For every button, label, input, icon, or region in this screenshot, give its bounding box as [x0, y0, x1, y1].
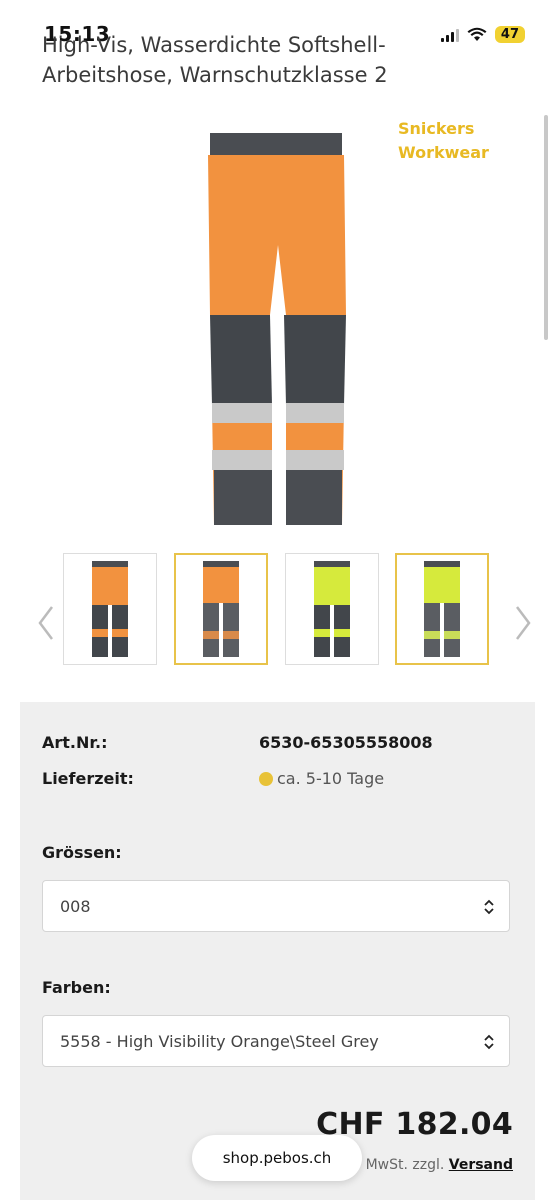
art-number-value: 6530-65305558008: [259, 733, 433, 752]
size-select-value: 008: [60, 897, 91, 916]
color-select-value: 5558 - High Visibility Orange\Steel Grey: [60, 1032, 379, 1051]
product-main-image[interactable]: [200, 125, 360, 535]
product-title: High-Vis, Wasserdichte Softshell-Arbeits…: [42, 33, 388, 87]
carousel-next-arrow-icon[interactable]: [513, 603, 533, 643]
brand-line-1: Snickers: [398, 119, 475, 138]
art-number-label: Art.Nr.:: [42, 733, 108, 752]
thumbnail-1[interactable]: [63, 553, 157, 665]
thumbnail-pants-orange-grey: [203, 561, 239, 657]
carousel-prev-arrow-icon[interactable]: [36, 603, 56, 643]
browser-url-bar[interactable]: shop.pebos.ch: [192, 1135, 362, 1181]
delivery-value: ca. 5-10 Tage: [259, 769, 384, 788]
thumbnail-3[interactable]: [285, 553, 379, 665]
size-label: Grössen:: [42, 843, 122, 862]
vat-text: MwSt. zzgl.: [365, 1157, 445, 1173]
battery-icon: 47: [494, 26, 525, 43]
thumbnail-4[interactable]: [395, 553, 489, 665]
thumbnail-carousel: [0, 545, 555, 675]
delivery-text: ca. 5-10 Tage: [277, 769, 385, 788]
availability-dot-icon: [259, 772, 273, 786]
brand-line-2: Workwear: [398, 143, 489, 162]
brand-logo: Snickers Workwear: [398, 117, 518, 165]
page-scrollbar[interactable]: [544, 115, 548, 340]
product-info-panel: Art.Nr.: 6530-65305558008 Lieferzeit: ca…: [20, 702, 535, 1200]
delivery-label: Lieferzeit:: [42, 769, 134, 788]
vat-info: MwSt. zzgl. Versand: [366, 1157, 513, 1173]
shipping-link[interactable]: Versand: [449, 1157, 513, 1173]
color-label: Farben:: [42, 978, 111, 997]
chevron-up-down-icon: [484, 1034, 494, 1050]
url-text: shop.pebos.ch: [222, 1149, 332, 1167]
thumbnail-pants-yellow: [314, 561, 350, 657]
color-select[interactable]: 5558 - High Visibility Orange\Steel Grey: [42, 1015, 510, 1067]
thumbnail-pants-orange: [92, 561, 128, 657]
thumbnail-2[interactable]: [174, 553, 268, 665]
chevron-up-down-icon: [484, 899, 494, 915]
thumbnail-pants-yellow-grey: [424, 561, 460, 657]
size-select[interactable]: 008: [42, 880, 510, 932]
